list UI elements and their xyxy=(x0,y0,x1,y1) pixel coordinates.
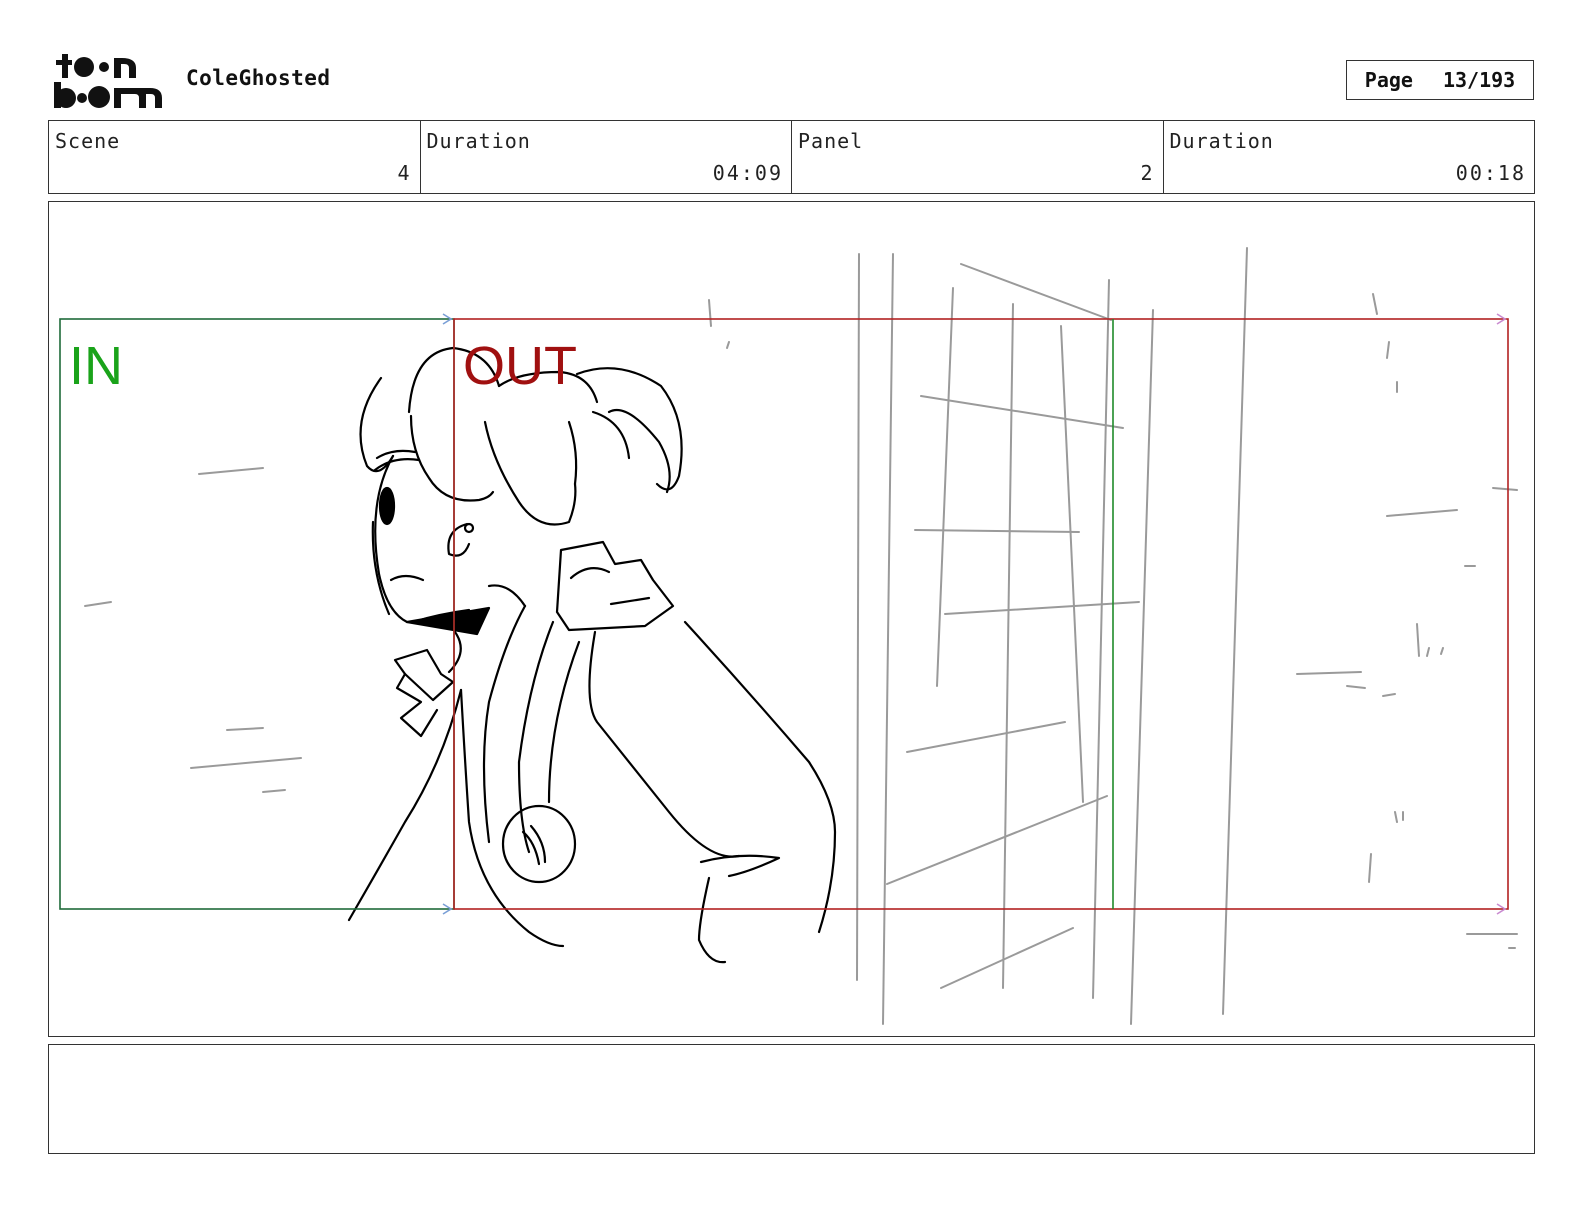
scene-duration-cell: Duration 04:09 xyxy=(421,121,792,193)
toon-boom-logo xyxy=(52,52,164,110)
panel-label: Panel xyxy=(798,129,864,153)
page-label: Page xyxy=(1364,68,1413,92)
scene-label: Scene xyxy=(55,129,121,153)
scene-duration-value: 04:09 xyxy=(712,161,783,185)
scene-duration-label: Duration xyxy=(426,129,531,153)
project-title: ColeGhosted xyxy=(186,66,331,90)
character-sketch xyxy=(347,346,837,964)
storyboard-panel: IN OUT xyxy=(48,201,1535,1037)
panel-value: 2 xyxy=(1140,161,1155,185)
in-label: IN xyxy=(69,336,123,396)
out-frame xyxy=(453,318,1509,910)
camera-frames xyxy=(59,313,1509,915)
scene-cell: Scene 4 xyxy=(49,121,421,193)
scene-info-table: Scene 4 Duration 04:09 Panel 2 Duration … xyxy=(48,120,1535,194)
scene-value: 4 xyxy=(397,161,412,185)
page-number: 13/193 xyxy=(1442,68,1516,92)
background-sketch xyxy=(84,247,1518,1025)
in-frame xyxy=(59,318,455,910)
panel-drawing: IN OUT xyxy=(59,247,1518,1025)
panel-duration-cell: Duration 00:18 xyxy=(1164,121,1535,193)
out-label: OUT xyxy=(463,336,577,396)
panel-duration-label: Duration xyxy=(1169,129,1274,153)
panel-notes-box[interactable] xyxy=(48,1044,1535,1154)
panel-duration-value: 00:18 xyxy=(1455,161,1526,185)
page-indicator: Page 13/193 xyxy=(1346,60,1534,100)
panel-cell: Panel 2 xyxy=(792,121,1164,193)
